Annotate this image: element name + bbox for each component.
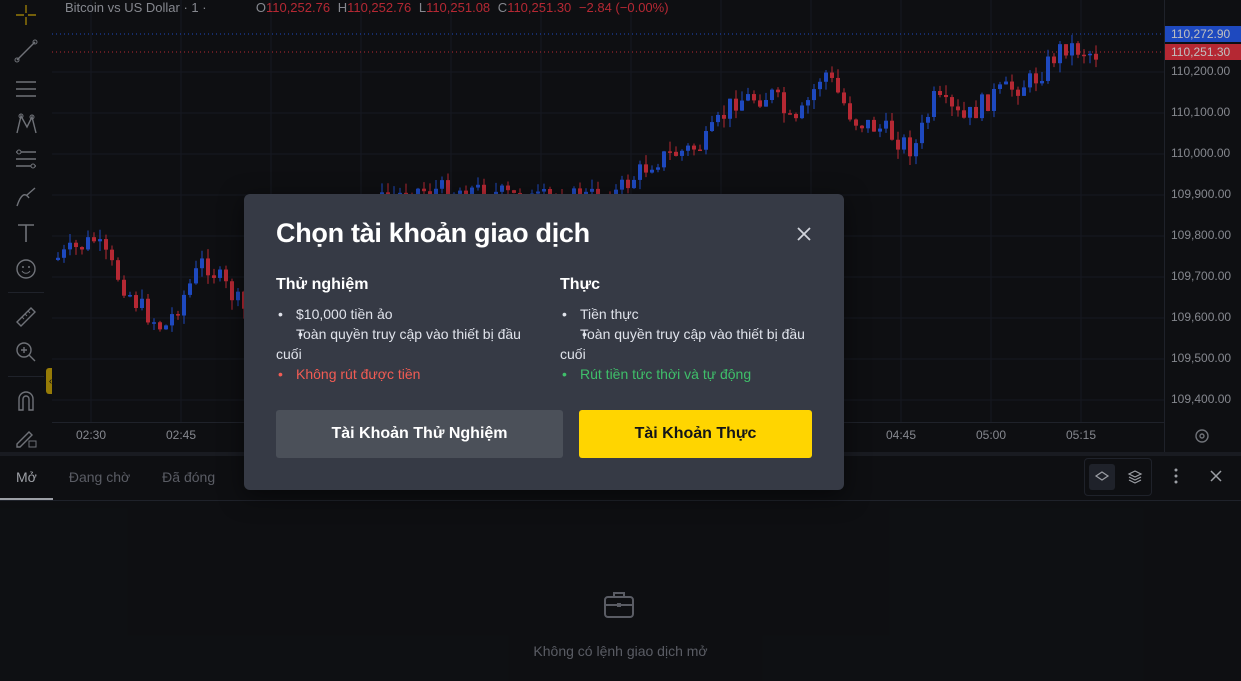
demo-title: Thử nghiệm — [276, 276, 369, 293]
real-title: Thực — [560, 276, 601, 293]
demo-feature: $10,000 tiền ảo — [276, 304, 536, 324]
demo-feature: Toàn quyền truy cập vào thiết bị đầu cuố… — [276, 324, 536, 364]
real-account-button[interactable]: Tài Khoản Thực — [579, 410, 812, 458]
dialog-title: Chọn tài khoản giao dịch — [276, 218, 590, 248]
real-feature: Toàn quyền truy cập vào thiết bị đầu cuố… — [560, 324, 820, 364]
close-icon[interactable] — [794, 224, 814, 244]
real-feature-positive: Rút tiền tức thời và tự động — [560, 364, 820, 384]
real-feature: Tiền thực — [560, 304, 820, 324]
demo-feature-negative: Không rút được tiền — [276, 364, 536, 384]
account-select-dialog: Chọn tài khoản giao dịch Thử nghiệm $10,… — [244, 194, 844, 490]
demo-account-column: Thử nghiệm $10,000 tiền ảo Toàn quyền tr… — [276, 276, 536, 384]
real-account-column: Thực Tiền thực Toàn quyền truy cập vào t… — [560, 276, 820, 384]
demo-account-button[interactable]: Tài Khoản Thử Nghiệm — [276, 410, 563, 458]
